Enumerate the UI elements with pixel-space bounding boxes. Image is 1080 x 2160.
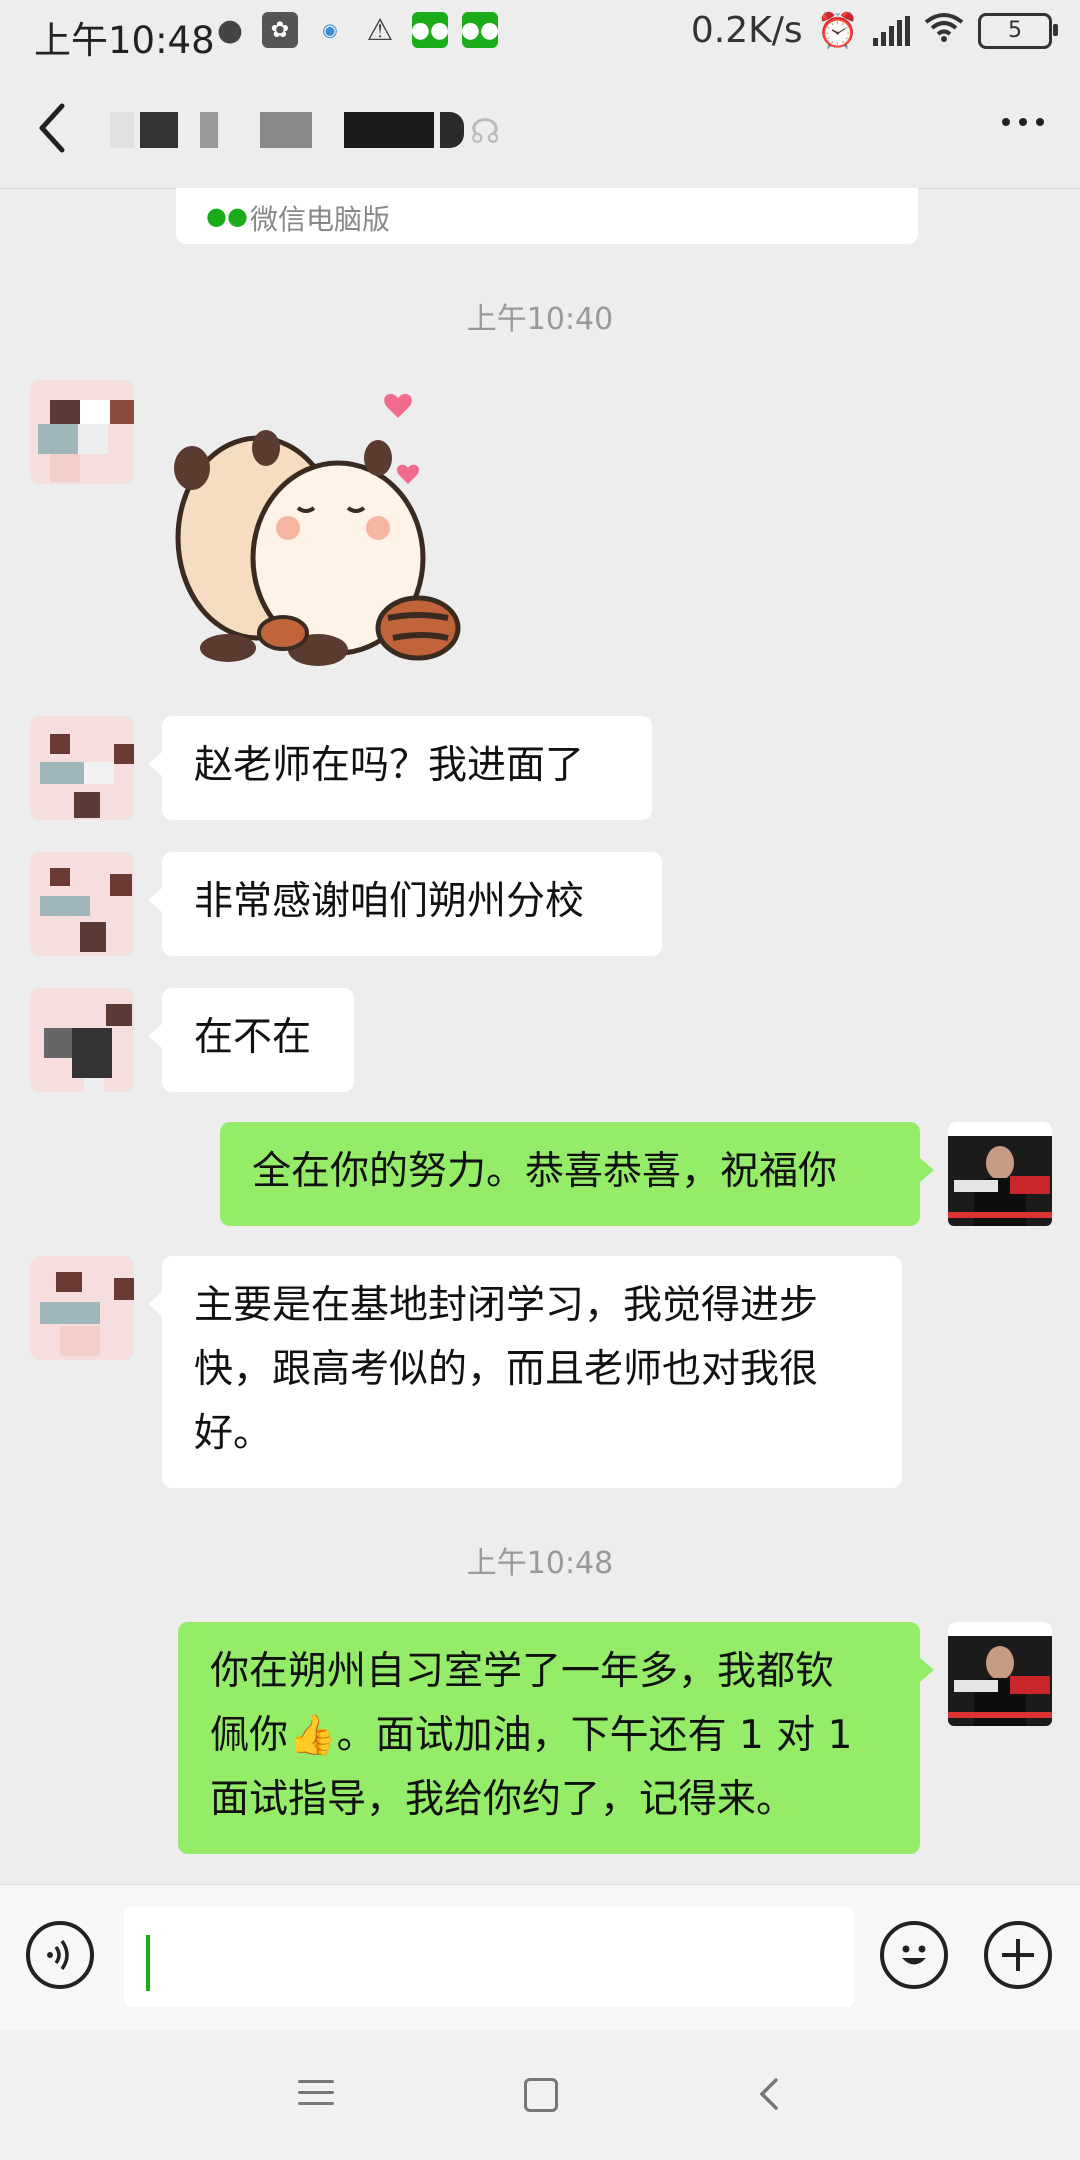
voice-button[interactable] <box>26 1921 94 1989</box>
message-bubble-incoming[interactable]: 在不在 <box>148 988 354 1092</box>
chat-title-pixelated <box>110 112 470 152</box>
alarm-icon: ⏰ <box>816 10 859 51</box>
warning-icon: ⚠ <box>366 12 394 48</box>
message-line: 快，跟高考似的，而且老师也对我很 <box>194 1347 819 1392</box>
message-bubble-incoming[interactable]: 赵老师在吗？我进面了 <box>148 716 652 820</box>
net-speed: 0.2K/s <box>690 10 803 51</box>
my-avatar[interactable] <box>948 1122 1052 1226</box>
wechat-notification-icon: ● <box>216 12 244 48</box>
message-input[interactable] <box>124 1907 854 2007</box>
ear-icon: ☊ <box>470 112 501 152</box>
message-text: 非常感谢咱们朔州分校 <box>194 879 585 924</box>
chevron-left-icon <box>39 103 65 153</box>
contact-avatar[interactable] <box>30 852 134 956</box>
thumbs-up-emoji: 👍 <box>288 1713 337 1758</box>
smiley-icon <box>902 1945 926 1965</box>
status-time: 上午10:48 <box>34 19 215 62</box>
wechat-mini-icon: ●● <box>206 202 248 230</box>
desktop-wechat-card[interactable]: ●● 微信电脑版 <box>176 188 918 244</box>
message-line: 。面试加油，下午还有 1 对 1 <box>336 1713 853 1758</box>
message-bubble-incoming[interactable]: 主要是在基地封闭学习，我觉得进步 快，跟高考似的，而且老师也对我很 好。 <box>148 1256 902 1488</box>
more-button[interactable] <box>1002 118 1044 126</box>
contact-avatar[interactable] <box>30 716 134 820</box>
message-line: 你在朔州自习室学了一年多，我都钦 <box>210 1649 835 1694</box>
message-line: 佩你 <box>210 1713 289 1758</box>
recent-apps-button[interactable] <box>298 2080 334 2110</box>
message-bubble-incoming[interactable]: 非常感谢咱们朔州分校 <box>148 852 662 956</box>
contact-avatar[interactable] <box>30 1256 134 1360</box>
contact-avatar[interactable] <box>30 988 134 1092</box>
emoji-button[interactable] <box>880 1921 948 1989</box>
home-button[interactable] <box>524 2078 558 2112</box>
message-line: 主要是在基地封闭学习，我觉得进步 <box>194 1283 819 1328</box>
card-label: 微信电脑版 <box>250 203 391 236</box>
message-text: 赵老师在吗？我进面了 <box>194 743 585 788</box>
wifi-icon <box>924 12 964 50</box>
message-bubble-outgoing[interactable]: 你在朔州自习室学了一年多，我都钦 佩你👍。面试加油，下午还有 1 对 1 面试指… <box>178 1622 934 1854</box>
more-dots-icon <box>1002 118 1010 126</box>
signal-icon <box>873 15 910 46</box>
message-bubble-outgoing[interactable]: 全在你的努力。恭喜恭喜，祝福你 <box>220 1122 934 1226</box>
message-line: 好。 <box>194 1411 273 1456</box>
notification-icons: ● ✿ ◉ ⚠ ●● ●● <box>212 12 499 48</box>
more-functions-button[interactable] <box>984 1921 1052 1989</box>
timestamp: 上午10:40 <box>466 302 614 337</box>
system-nav-bar <box>0 2030 1080 2160</box>
battery-icon: 5 <box>978 12 1058 49</box>
message-line: 面试指导，我给你约了，记得来。 <box>210 1777 796 1822</box>
wechat-icon: ●● <box>411 12 449 48</box>
message-text: 全在你的努力。恭喜恭喜，祝福你 <box>252 1149 838 1194</box>
battery-level: 5 <box>1008 18 1022 43</box>
message-text: 在不在 <box>194 1015 312 1060</box>
contact-avatar[interactable] <box>30 380 134 484</box>
chat-input-bar <box>0 1884 1080 2031</box>
raccoon-hug-sticker[interactable] <box>168 388 468 678</box>
voice-icon <box>47 1939 69 1971</box>
back-button[interactable] <box>32 98 82 158</box>
wechat-icon: ●● <box>461 12 499 48</box>
chat-header: ☊ <box>0 68 1080 189</box>
back-nav-button[interactable] <box>754 2076 784 2112</box>
my-avatar[interactable] <box>948 1622 1052 1726</box>
app-icon: ✿ <box>262 12 298 48</box>
text-caret <box>146 1935 150 1991</box>
notification-dot-icon: ◉ <box>322 19 338 41</box>
status-bar: 上午10:48 ● ✿ ◉ ⚠ ●● ●● 0.2K/s ⏰ 5 <box>0 0 1080 68</box>
timestamp: 上午10:48 <box>466 1546 614 1581</box>
